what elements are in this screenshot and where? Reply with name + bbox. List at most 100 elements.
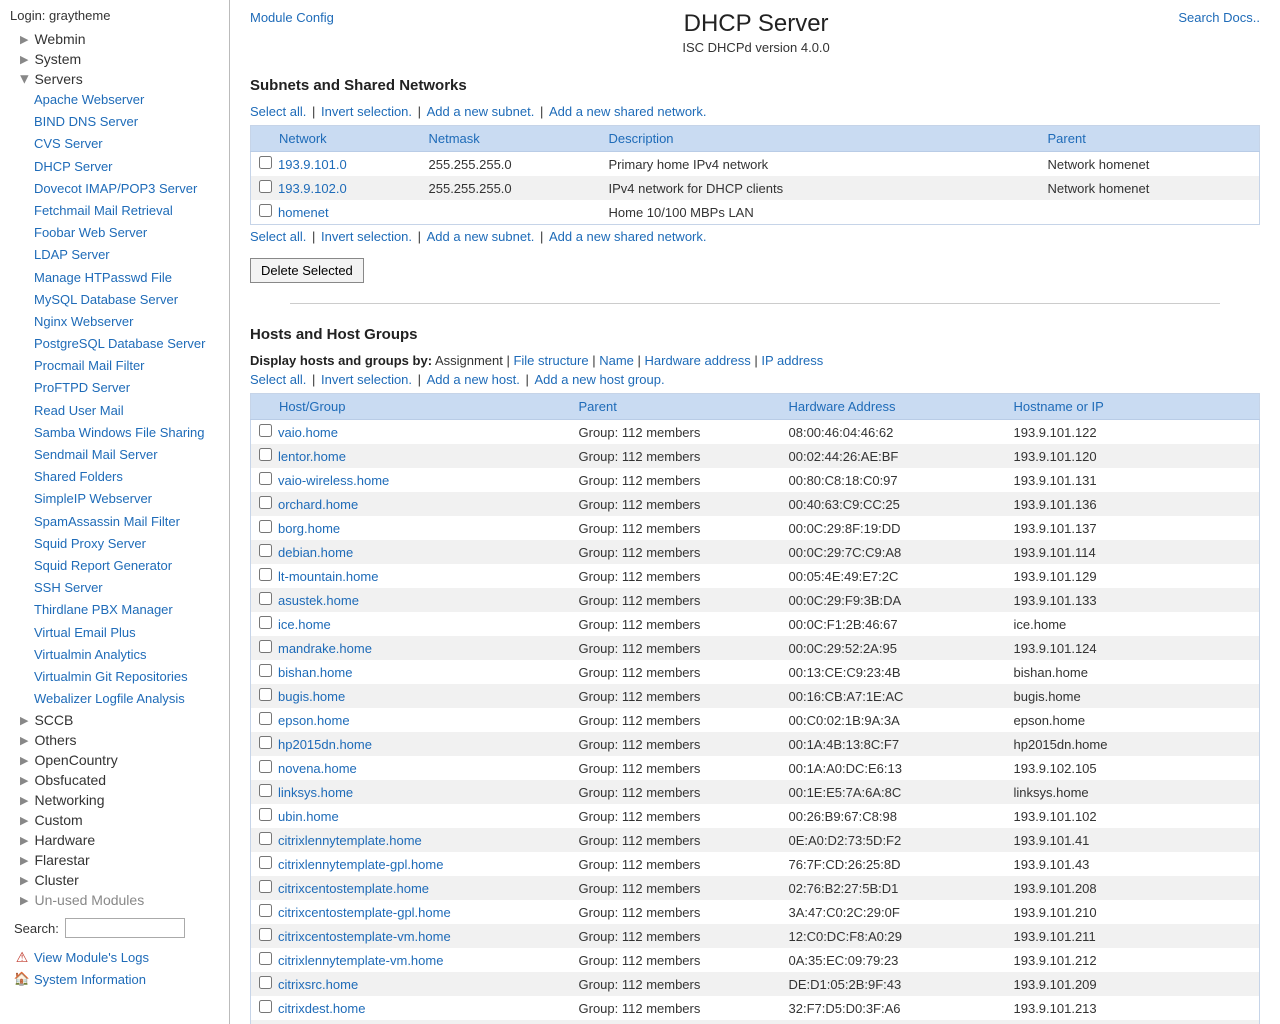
sidebar-item-simpleip-webserver[interactable]: SimpleIP Webserver <box>34 488 229 510</box>
col-description[interactable]: Description <box>601 126 1040 152</box>
row-checkbox[interactable] <box>259 568 272 581</box>
sidebar-category-hardware[interactable]: ▶Hardware <box>0 830 229 850</box>
sidebar-item-squid-report-generator[interactable]: Squid Report Generator <box>34 555 229 577</box>
invert-selection-link[interactable]: Invert selection. <box>321 104 412 119</box>
sidebar-item-dovecot-imap-pop3-server[interactable]: Dovecot IMAP/POP3 Server <box>34 178 229 200</box>
host-link[interactable]: citrixcentostemplate.home <box>278 881 429 896</box>
host-link[interactable]: ice.home <box>278 617 331 632</box>
row-checkbox[interactable] <box>259 640 272 653</box>
host-link[interactable]: borg.home <box>278 521 340 536</box>
host-link[interactable]: ubin.home <box>278 809 339 824</box>
host-link[interactable]: mandrake.home <box>278 641 372 656</box>
row-checkbox[interactable] <box>259 712 272 725</box>
sidebar-item-ssh-server[interactable]: SSH Server <box>34 577 229 599</box>
col-parent[interactable]: Parent <box>571 394 781 420</box>
delete-selected-button[interactable]: Delete Selected <box>250 258 364 283</box>
sidebar-item-cvs-server[interactable]: CVS Server <box>34 133 229 155</box>
row-checkbox[interactable] <box>259 592 272 605</box>
host-link[interactable]: citrixlennytemplate-vm.home <box>278 953 443 968</box>
host-link[interactable]: citrixcentostemplate-gpl.home <box>278 905 451 920</box>
subnet-link[interactable]: homenet <box>278 205 329 220</box>
invert-selection-link[interactable]: Invert selection. <box>321 229 412 244</box>
sidebar-item-shared-folders[interactable]: Shared Folders <box>34 466 229 488</box>
sidebar-category-servers[interactable]: ▶Servers <box>0 69 229 89</box>
col-host[interactable]: Host/Group <box>251 394 571 420</box>
add-subnet-link[interactable]: Add a new subnet. <box>427 229 535 244</box>
add-host-group-link[interactable]: Add a new host group. <box>534 372 664 387</box>
sidebar-item-virtualmin-git-repositories[interactable]: Virtualmin Git Repositories <box>34 666 229 688</box>
row-checkbox[interactable] <box>259 976 272 989</box>
host-link[interactable]: novena.home <box>278 761 357 776</box>
sidebar-item-foobar-web-server[interactable]: Foobar Web Server <box>34 222 229 244</box>
sidebar-item-postgresql-database-server[interactable]: PostgreSQL Database Server <box>34 333 229 355</box>
search-docs-link[interactable]: Search Docs.. <box>1178 10 1260 25</box>
col-netmask[interactable]: Netmask <box>421 126 601 152</box>
host-link[interactable]: asustek.home <box>278 593 359 608</box>
row-checkbox[interactable] <box>259 156 272 169</box>
host-link[interactable]: lentor.home <box>278 449 346 464</box>
row-checkbox[interactable] <box>259 204 272 217</box>
add-shared-network-link[interactable]: Add a new shared network. <box>549 104 707 119</box>
host-link[interactable]: linksys.home <box>278 785 353 800</box>
sidebar-category-webmin[interactable]: ▶Webmin <box>0 29 229 49</box>
sidebar-category-custom[interactable]: ▶Custom <box>0 810 229 830</box>
host-link[interactable]: citrixdest.home <box>278 1001 365 1016</box>
display-file-structure[interactable]: File structure <box>513 353 588 368</box>
row-checkbox[interactable] <box>259 496 272 509</box>
sidebar-category-flarestar[interactable]: ▶Flarestar <box>0 850 229 870</box>
host-link[interactable]: citrixlennytemplate.home <box>278 833 422 848</box>
subnet-link[interactable]: 193.9.102.0 <box>278 181 347 196</box>
row-checkbox[interactable] <box>259 904 272 917</box>
invert-selection-link[interactable]: Invert selection. <box>321 372 412 387</box>
sidebar-item-squid-proxy-server[interactable]: Squid Proxy Server <box>34 533 229 555</box>
sidebar-category-sccb[interactable]: ▶SCCB <box>0 710 229 730</box>
sidebar-item-ldap-server[interactable]: LDAP Server <box>34 244 229 266</box>
sidebar-category-cluster[interactable]: ▶Cluster <box>0 870 229 890</box>
row-checkbox[interactable] <box>259 472 272 485</box>
host-link[interactable]: hp2015dn.home <box>278 737 372 752</box>
col-ip[interactable]: Hostname or IP <box>1006 394 1260 420</box>
host-link[interactable]: vaio-wireless.home <box>278 473 389 488</box>
select-all-link[interactable]: Select all. <box>250 372 306 387</box>
host-link[interactable]: citrixcentostemplate-vm.home <box>278 929 451 944</box>
host-link[interactable]: lt-mountain.home <box>278 569 378 584</box>
row-checkbox[interactable] <box>259 1000 272 1013</box>
sidebar-category-obsfucated[interactable]: ▶Obsfucated <box>0 770 229 790</box>
row-checkbox[interactable] <box>259 832 272 845</box>
host-link[interactable]: bugis.home <box>278 689 345 704</box>
sidebar-item-virtualmin-analytics[interactable]: Virtualmin Analytics <box>34 644 229 666</box>
display-hw-address[interactable]: Hardware address <box>645 353 751 368</box>
sidebar-item-sendmail-mail-server[interactable]: Sendmail Mail Server <box>34 444 229 466</box>
sidebar-item-spamassassin-mail-filter[interactable]: SpamAssassin Mail Filter <box>34 511 229 533</box>
row-checkbox[interactable] <box>259 544 272 557</box>
add-shared-network-link[interactable]: Add a new shared network. <box>549 229 707 244</box>
row-checkbox[interactable] <box>259 736 272 749</box>
module-config-link[interactable]: Module Config <box>250 10 334 25</box>
subnet-link[interactable]: 193.9.101.0 <box>278 157 347 172</box>
search-input[interactable] <box>65 918 185 938</box>
row-checkbox[interactable] <box>259 448 272 461</box>
sidebar-item-virtual-email-plus[interactable]: Virtual Email Plus <box>34 622 229 644</box>
sidebar-category-networking[interactable]: ▶Networking <box>0 790 229 810</box>
host-link[interactable]: vaio.home <box>278 425 338 440</box>
col-hw[interactable]: Hardware Address <box>781 394 1006 420</box>
row-checkbox[interactable] <box>259 952 272 965</box>
host-link[interactable]: orchard.home <box>278 497 358 512</box>
col-network[interactable]: Network <box>251 126 421 152</box>
host-link[interactable]: citrixlennytemplate-gpl.home <box>278 857 443 872</box>
host-link[interactable]: epson.home <box>278 713 350 728</box>
sidebar-item-thirdlane-pbx-manager[interactable]: Thirdlane PBX Manager <box>34 599 229 621</box>
sidebar-item-bind-dns-server[interactable]: BIND DNS Server <box>34 111 229 133</box>
row-checkbox[interactable] <box>259 180 272 193</box>
sidebar-item-mysql-database-server[interactable]: MySQL Database Server <box>34 289 229 311</box>
row-checkbox[interactable] <box>259 928 272 941</box>
sidebar-category-opencountry[interactable]: ▶OpenCountry <box>0 750 229 770</box>
host-link[interactable]: citrixsrc.home <box>278 977 358 992</box>
row-checkbox[interactable] <box>259 760 272 773</box>
row-checkbox[interactable] <box>259 808 272 821</box>
row-checkbox[interactable] <box>259 520 272 533</box>
sidebar-category-system[interactable]: ▶System <box>0 49 229 69</box>
col-parent[interactable]: Parent <box>1040 126 1260 152</box>
sidebar-item-proftpd-server[interactable]: ProFTPD Server <box>34 377 229 399</box>
sidebar-item-procmail-mail-filter[interactable]: Procmail Mail Filter <box>34 355 229 377</box>
